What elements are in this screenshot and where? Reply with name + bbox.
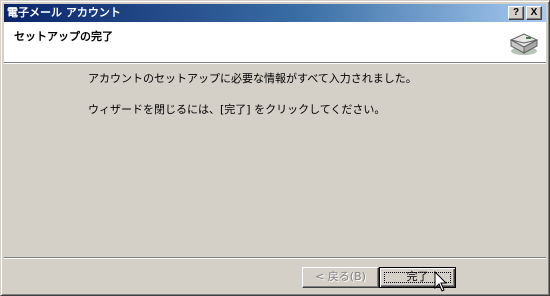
footer-separator <box>4 257 546 259</box>
finish-button-label: 完了 <box>406 270 429 283</box>
window-title: 電子メール アカウント <box>7 6 121 19</box>
wizard-window: 電子メール アカウント ? X セットアップの完了 アカウントのセットアップに必… <box>0 0 550 296</box>
completion-message: アカウントのセットアップに必要な情報がすべて入力されました。 <box>88 72 417 85</box>
instruction-message: ウィザードを閉じるには、[完了] をクリックしてください。 <box>88 103 386 116</box>
envelope-icon <box>509 33 539 55</box>
close-button[interactable]: X <box>526 6 542 20</box>
title-bar[interactable]: 電子メール アカウント ? X <box>4 4 546 22</box>
wizard-header: セットアップの完了 <box>4 22 546 62</box>
help-button[interactable]: ? <box>508 6 524 20</box>
back-button[interactable]: < 戻る(B) <box>302 267 379 288</box>
mouse-pointer-icon <box>434 271 448 292</box>
header-separator <box>4 62 546 64</box>
page-title: セットアップの完了 <box>14 30 113 43</box>
